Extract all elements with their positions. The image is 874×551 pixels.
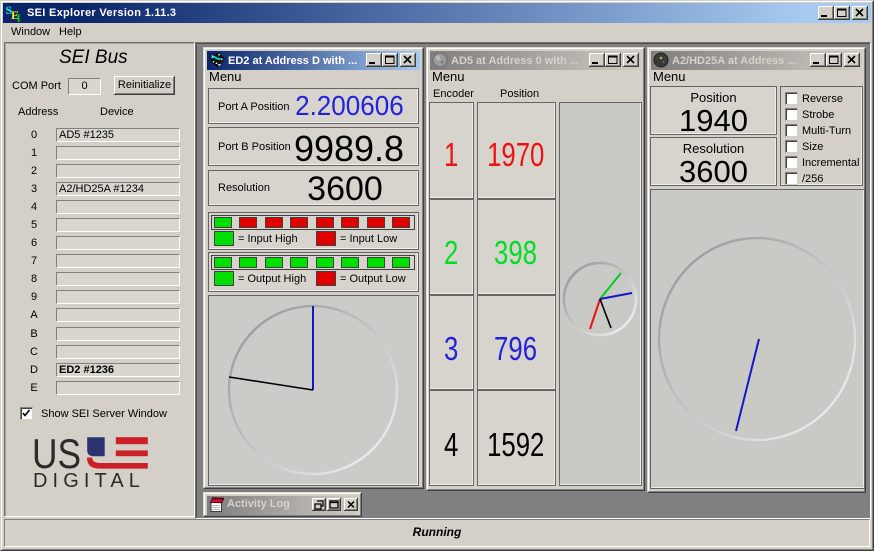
svg-text:I: I: [17, 13, 21, 23]
